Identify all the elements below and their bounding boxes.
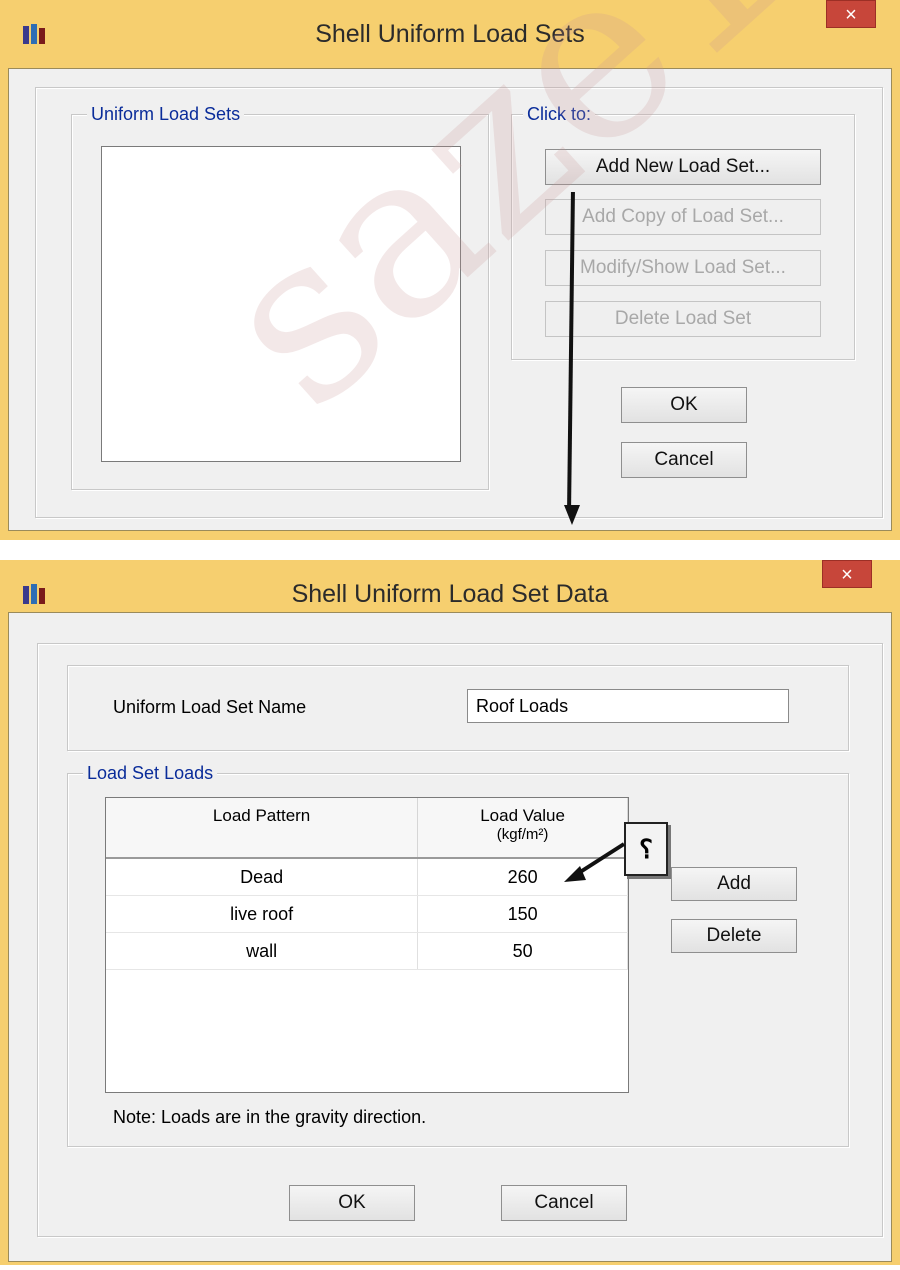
ok-button[interactable]: OK [621, 387, 747, 423]
delete-load-set-button[interactable]: Delete Load Set [545, 301, 821, 337]
load-set-data-dialog: Shell Uniform Load Set Data × Uniform Lo… [0, 560, 900, 1265]
load-value-header-label: Load Value [480, 806, 565, 825]
table-row[interactable]: wall 50 [106, 932, 628, 970]
modify-load-set-button[interactable]: Modify/Show Load Set... [545, 250, 821, 286]
dialog-client-area: Uniform Load Set Name Roof Loads Load Se… [8, 612, 892, 1262]
add-new-load-set-button[interactable]: Add New Load Set... [545, 149, 821, 185]
load-set-loads-label: Load Set Loads [83, 763, 218, 784]
cancel-button[interactable]: Cancel [621, 442, 747, 478]
load-value-cell[interactable]: 150 [417, 895, 628, 933]
load-sets-dialog: Shell Uniform Load Sets × Uniform Load S… [0, 0, 900, 540]
gravity-note: Note: Loads are in the gravity direction… [113, 1107, 427, 1127]
arrow-pointer-icon [564, 842, 626, 882]
load-set-name-input[interactable]: Roof Loads [467, 689, 789, 723]
add-button[interactable]: Add [671, 867, 797, 901]
arrow-down-icon [564, 505, 580, 525]
title-bar: Shell Uniform Load Sets × [0, 0, 900, 68]
table-row[interactable]: Dead 260 [106, 858, 628, 896]
ok-button[interactable]: OK [289, 1185, 415, 1221]
load-pattern-cell[interactable]: Dead [106, 858, 419, 896]
click-to-label: Click to: [523, 104, 596, 125]
load-pattern-cell[interactable]: live roof [106, 895, 419, 933]
column-header-load-pattern[interactable]: Load Pattern [106, 798, 419, 859]
load-pattern-cell[interactable]: wall [106, 932, 419, 970]
dialog-title: Shell Uniform Load Sets [315, 20, 585, 48]
load-sets-list[interactable] [101, 146, 461, 462]
dialog-client-area: Uniform Load Sets Click to: Add New Load… [8, 68, 892, 531]
load-set-name-label: Uniform Load Set Name [113, 697, 307, 717]
close-button[interactable]: × [822, 560, 872, 588]
table-row[interactable]: live roof 150 [106, 895, 628, 933]
uniform-load-sets-label: Uniform Load Sets [87, 104, 245, 125]
load-value-cell[interactable]: 50 [417, 932, 628, 970]
add-copy-load-set-button[interactable]: Add Copy of Load Set... [545, 199, 821, 235]
delete-button[interactable]: Delete [671, 919, 797, 953]
load-grid[interactable]: Load Pattern Load Value (kgf/m²) Dead 26… [105, 797, 629, 1093]
dialog-title: Shell Uniform Load Set Data [291, 580, 609, 608]
cancel-button[interactable]: Cancel [501, 1185, 627, 1221]
question-callout: ؟ [624, 822, 668, 876]
close-button[interactable]: × [826, 0, 876, 28]
